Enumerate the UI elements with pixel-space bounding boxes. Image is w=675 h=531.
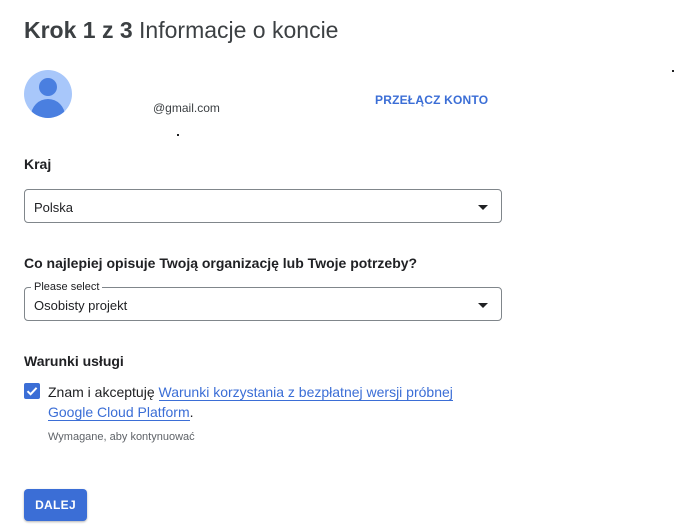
terms-suffix: . — [189, 404, 194, 420]
artifact-dot — [177, 134, 179, 136]
page-title: Krok 1 z 3 Informacje o koncie — [24, 14, 338, 46]
avatar-head — [39, 78, 57, 96]
dropdown-arrow-icon — [478, 205, 488, 210]
country-label: Kraj — [24, 156, 52, 172]
required-hint: Wymagane, aby kontynuować — [48, 431, 195, 443]
page-heading: Informacje o koncie — [139, 17, 339, 43]
organization-select-legend: Please select — [31, 280, 103, 294]
terms-heading: Warunki usługi — [24, 353, 124, 369]
next-button[interactable]: DALEJ — [24, 489, 87, 521]
artifact-dot — [672, 70, 674, 72]
organization-value: Osobisty projekt — [34, 298, 128, 313]
dropdown-arrow-icon — [478, 303, 488, 308]
checkmark-icon — [26, 387, 38, 396]
account-email: @gmail.com — [153, 101, 220, 115]
terms-text: Znam i akceptuję Warunki korzystania z b… — [48, 382, 498, 422]
avatar — [24, 70, 72, 118]
country-value: Polska — [34, 200, 74, 215]
gcp-link[interactable]: Google Cloud Platform — [48, 404, 190, 421]
organization-select[interactable]: Please select Osobisty projekt — [24, 280, 502, 321]
terms-prefix: Znam i akceptuję — [48, 384, 155, 400]
terms-link[interactable]: Warunki korzystania z bezpłatnej wersji … — [158, 384, 453, 401]
country-select[interactable]: Polska — [24, 189, 502, 223]
switch-account-button[interactable]: PRZEŁĄCZ KONTO — [375, 93, 488, 107]
terms-checkbox[interactable] — [24, 383, 40, 399]
avatar-body — [31, 99, 65, 118]
step-indicator: Krok 1 z 3 — [24, 17, 133, 43]
organization-label: Co najlepiej opisuje Twoją organizację l… — [24, 255, 418, 271]
